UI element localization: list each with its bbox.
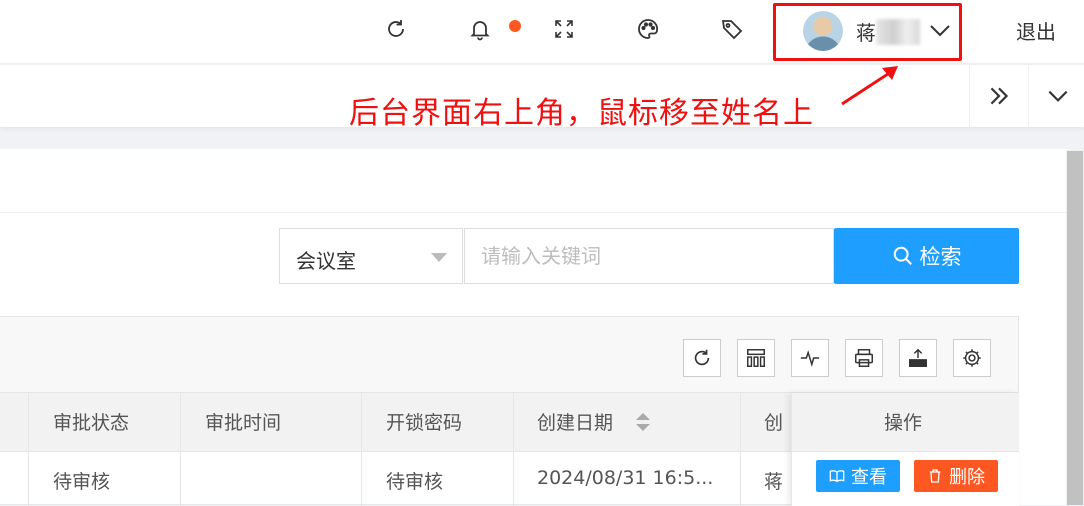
tag-icon[interactable]: [717, 14, 747, 44]
annotation-arrow-icon: [841, 66, 898, 106]
tabs-scroll-right-icon[interactable]: [969, 65, 1028, 127]
data-table: 审批状态 审批时间 开锁密码 创建日期 创 待审核 待审核 2024/08/31…: [0, 316, 1019, 506]
tabs-menu-chevron-icon[interactable]: [1028, 65, 1084, 127]
column-header-creator[interactable]: 创: [764, 408, 783, 435]
fullscreen-icon[interactable]: [549, 14, 579, 44]
column-divider: [28, 393, 29, 506]
delete-button[interactable]: 删除: [914, 460, 998, 492]
column-divider: [361, 393, 362, 506]
column-divider: [513, 393, 514, 506]
statistics-pulse-icon[interactable]: [791, 339, 829, 377]
top-header: 蒋 退出: [0, 0, 1084, 64]
sort-asc-icon[interactable]: [636, 413, 650, 420]
avatar[interactable]: [803, 11, 843, 51]
bell-icon[interactable]: [465, 14, 495, 44]
user-name[interactable]: 蒋: [856, 17, 876, 46]
column-divider: [180, 393, 181, 506]
print-icon[interactable]: [845, 339, 883, 377]
category-select[interactable]: 会议室: [279, 228, 463, 284]
export-icon[interactable]: [899, 339, 937, 377]
search-input[interactable]: [464, 228, 834, 284]
cell-unlock-password: 待审核: [386, 471, 444, 493]
actions-header-cell: 操作: [792, 393, 1019, 452]
cell-created-date: 2024/08/31 16:5...: [537, 467, 714, 489]
table-toolbar: [0, 317, 1018, 393]
column-header-approval-status[interactable]: 审批状态: [53, 408, 129, 435]
logout-link[interactable]: 退出: [1016, 16, 1056, 45]
cell-creator: 蒋: [764, 471, 784, 493]
annotation-text: 后台界面右上角，鼠标移至姓名上: [349, 96, 814, 131]
actions-column: 操作 查看 删除: [791, 393, 1019, 506]
settings-gear-icon[interactable]: [953, 339, 991, 377]
column-header-approval-time[interactable]: 审批时间: [205, 408, 281, 435]
search-button[interactable]: 检索: [834, 228, 1019, 284]
columns-filter-icon[interactable]: [737, 339, 775, 377]
trash-icon: [929, 469, 941, 483]
view-button-label: 查看: [851, 467, 887, 488]
sort-desc-icon[interactable]: [636, 424, 650, 431]
caret-down-icon: [431, 253, 447, 262]
cell-approval-status: 待审核: [53, 471, 111, 493]
column-header-actions: 操作: [884, 412, 923, 434]
chevron-down-icon[interactable]: [928, 18, 952, 42]
scrollbar-thumb[interactable]: [1067, 151, 1083, 505]
column-header-unlock-password[interactable]: 开锁密码: [386, 408, 462, 435]
table-refresh-icon[interactable]: [683, 339, 721, 377]
theme-palette-icon[interactable]: [633, 14, 663, 44]
refresh-icon[interactable]: [381, 14, 411, 44]
search-icon: [893, 246, 912, 265]
book-icon: [829, 470, 845, 483]
search-button-label: 检索: [919, 245, 962, 269]
panel-header: [0, 149, 1070, 213]
view-button[interactable]: 查看: [816, 460, 900, 492]
notification-dot: [509, 20, 521, 32]
column-divider: [740, 393, 741, 506]
column-header-created-date[interactable]: 创建日期: [537, 408, 613, 435]
delete-button-label: 删除: [949, 467, 985, 488]
category-select-value: 会议室: [296, 249, 356, 273]
name-blur-mask: [876, 19, 920, 45]
